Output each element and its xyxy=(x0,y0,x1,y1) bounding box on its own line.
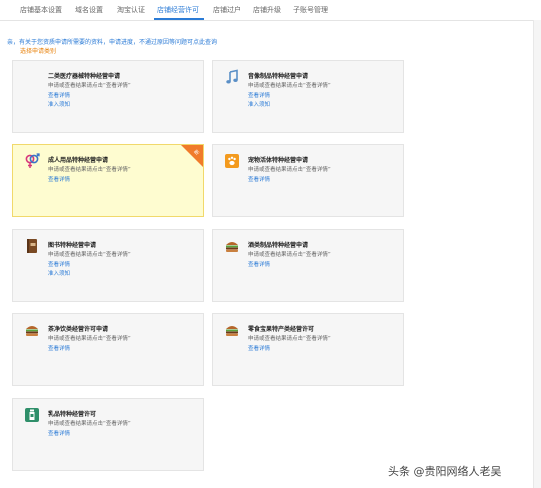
active-tab-indicator xyxy=(154,18,204,20)
view-details-link[interactable]: 查看详情 xyxy=(248,175,270,183)
view-details-link[interactable]: 查看详情 xyxy=(248,260,270,268)
admission-notice-link[interactable]: 准入须知 xyxy=(48,269,70,277)
card-tea-drinks[interactable]: 茶净饮类经营许可申请 申请或查看结果请点击“查看详情” 查看详情 xyxy=(12,313,204,386)
medical-device-icon xyxy=(24,69,40,85)
tab-domain-settings[interactable]: 域名设置 xyxy=(75,5,103,15)
admission-notice-link[interactable]: 准入须知 xyxy=(48,100,70,108)
notice-link[interactable]: 亲，有关于您资质申请所需要的资料，申请进度，不通过原因等问题可点此查询 xyxy=(7,37,217,46)
card-title: 乳品特种经营许可 xyxy=(48,411,97,418)
tab-bar: 店铺基本设置 域名设置 淘宝认证 店铺经营许可 店铺过户 店铺升级 子账号管理 xyxy=(0,0,541,21)
card-audio-video[interactable]: 音像制品特种经营申请 申请或查看结果请点击“查看详情” 查看详情 准入须知 xyxy=(212,60,404,133)
view-details-link[interactable]: 查看详情 xyxy=(248,344,270,352)
tab-business-license[interactable]: 店铺经营许可 xyxy=(157,5,199,15)
card-subtitle: 申请或查看结果请点击“查看详情” xyxy=(248,83,331,89)
book-icon xyxy=(27,239,37,253)
view-details-link[interactable]: 查看详情 xyxy=(48,429,70,437)
card-title: 茶净饮类经营许可申请 xyxy=(48,326,109,333)
tab-taobao-auth[interactable]: 淘宝认证 xyxy=(117,5,145,15)
card-title: 图书特种经营申请 xyxy=(48,242,97,249)
view-details-link[interactable]: 查看详情 xyxy=(48,91,70,99)
section-title: 选择申请类别 xyxy=(20,48,57,55)
burger-icon xyxy=(226,242,238,252)
card-books[interactable]: 图书特种经营申请 申请或查看结果请点击“查看详情” 查看详情 准入须知 xyxy=(12,229,204,302)
card-live-pets[interactable]: 宠物活体特种经营申请 申请或查看结果请点击“查看详情” 查看详情 xyxy=(212,144,404,217)
paw-icon xyxy=(225,154,239,168)
card-title: 成人用品特种经营申请 xyxy=(48,157,109,164)
card-adult-products[interactable]: 成人用品特种经营申请 申请或查看结果请点击“查看详情” 查看详情 新 xyxy=(12,144,204,217)
view-details-link[interactable]: 查看详情 xyxy=(48,344,70,352)
gender-symbol-icon xyxy=(25,153,40,168)
card-dairy[interactable]: 乳品特种经营许可 申请或查看结果请点击“查看详情” 查看详情 xyxy=(12,398,204,471)
view-details-link[interactable]: 查看详情 xyxy=(48,260,70,268)
card-subtitle: 申请或查看结果请点击“查看详情” xyxy=(248,167,331,173)
watermark: 头条 @贵阳网络人老吴 xyxy=(388,465,502,478)
burger-icon xyxy=(26,326,38,336)
view-details-link[interactable]: 查看详情 xyxy=(248,91,270,99)
card-alcohol[interactable]: 酒类制品特种经营申请 申请或查看结果请点击“查看详情” 查看详情 xyxy=(212,229,404,302)
card-title: 音像制品特种经营申请 xyxy=(248,73,309,80)
tab-basic-settings[interactable]: 店铺基本设置 xyxy=(20,5,62,15)
card-medical-device[interactable]: 二类医疗器械特种经营申请 申请或查看结果请点击“查看详情” 查看详情 准入须知 xyxy=(12,60,204,133)
scrollbar[interactable] xyxy=(533,20,541,488)
tab-shop-upgrade[interactable]: 店铺升级 xyxy=(253,5,281,15)
card-title: 宠物活体特种经营申请 xyxy=(248,157,309,164)
card-snacks[interactable]: 零食宝果特产类经营许可 申请或查看结果请点击“查看详情” 查看详情 xyxy=(212,313,404,386)
card-subtitle: 申请或查看结果请点击“查看详情” xyxy=(48,167,131,173)
card-subtitle: 申请或查看结果请点击“查看详情” xyxy=(248,252,331,258)
card-subtitle: 申请或查看结果请点击“查看详情” xyxy=(48,421,131,427)
music-note-icon xyxy=(226,69,238,84)
view-details-link[interactable]: 查看详情 xyxy=(48,175,70,183)
new-badge-icon: 新 xyxy=(181,145,203,167)
tab-sub-account[interactable]: 子账号管理 xyxy=(293,5,328,15)
card-subtitle: 申请或查看结果请点击“查看详情” xyxy=(48,336,131,342)
card-title: 零食宝果特产类经营许可 xyxy=(248,326,315,333)
card-subtitle: 申请或查看结果请点击“查看详情” xyxy=(48,83,131,89)
milk-bottle-icon xyxy=(25,408,39,422)
card-subtitle: 申请或查看结果请点击“查看详情” xyxy=(248,336,331,342)
tab-shop-transfer[interactable]: 店铺过户 xyxy=(213,5,241,15)
card-subtitle: 申请或查看结果请点击“查看详情” xyxy=(48,252,131,258)
burger-icon xyxy=(226,326,238,336)
admission-notice-link[interactable]: 准入须知 xyxy=(248,100,270,108)
card-title: 二类医疗器械特种经营申请 xyxy=(48,73,121,80)
card-title: 酒类制品特种经营申请 xyxy=(248,242,309,249)
